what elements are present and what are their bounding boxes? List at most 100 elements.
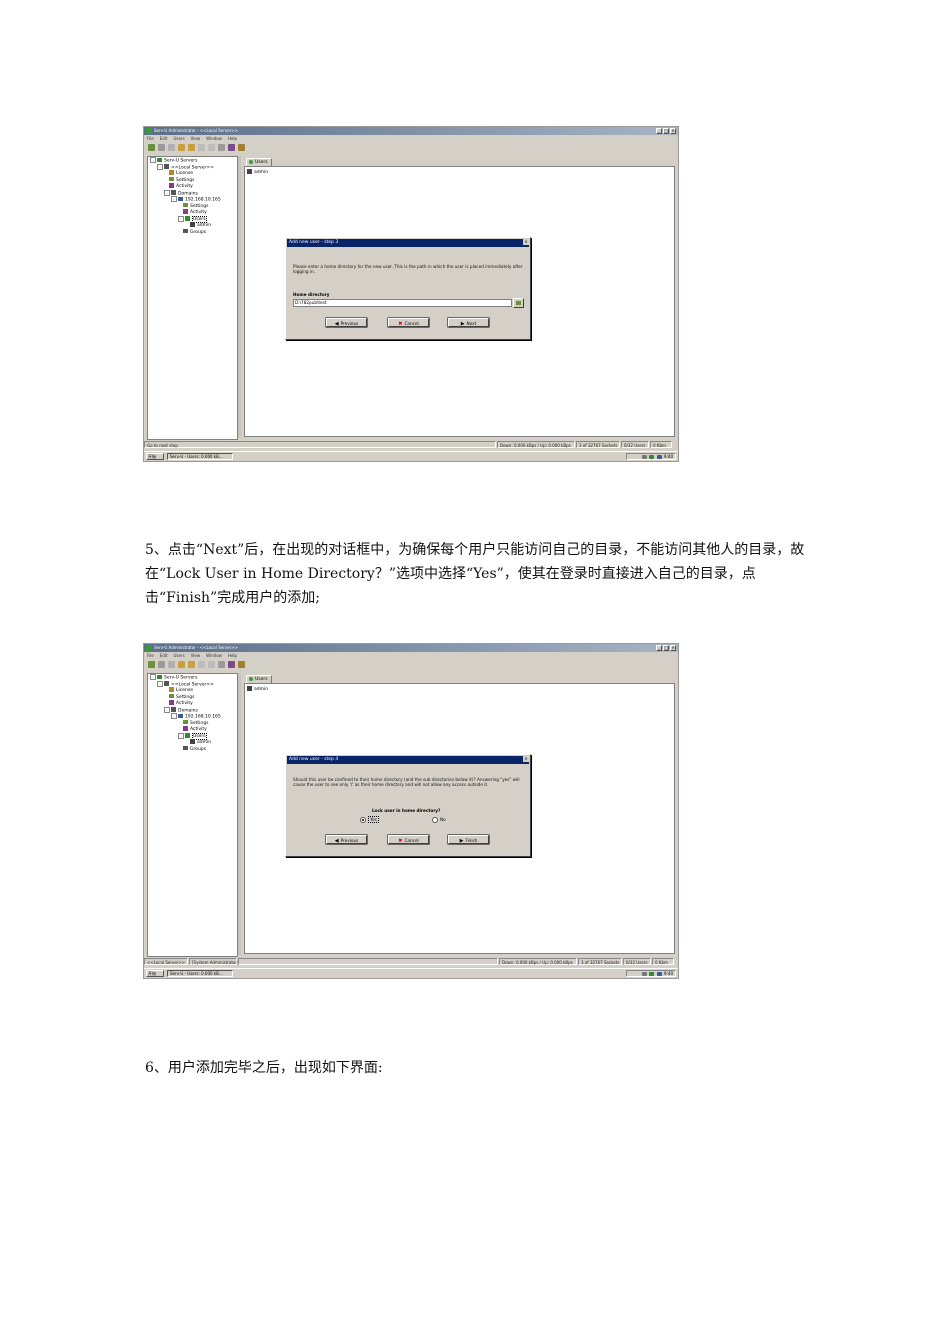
status-users: 0/32 Users <box>623 958 651 965</box>
tree-expand-icon[interactable]: - <box>178 732 184 739</box>
tree-item-label: License <box>176 687 193 693</box>
paste-icon[interactable] <box>208 144 215 151</box>
system-tray: 9:40 <box>626 970 676 977</box>
dialog-title: Add new user - step 4 <box>287 756 529 764</box>
cancel-button[interactable]: ✖ Cancel <box>388 318 429 327</box>
tree-item-label: Activity <box>176 183 193 189</box>
clock: 9:40 <box>664 454 673 459</box>
radio-yes[interactable]: Yes <box>360 816 379 823</box>
menu-file[interactable]: File <box>147 135 154 142</box>
menu-window[interactable]: Window <box>206 135 222 142</box>
delete-icon[interactable] <box>158 144 165 151</box>
tree-expand-icon[interactable]: - <box>178 215 184 222</box>
connect-icon[interactable] <box>228 144 235 151</box>
dialog-instructions: Please enter a home directory for the ne… <box>293 264 523 274</box>
copy-icon[interactable] <box>198 144 205 151</box>
new-server-icon[interactable] <box>148 661 155 668</box>
status-memory: 0 Kbm <box>650 441 672 448</box>
minimize-button[interactable]: _ <box>656 128 662 134</box>
tree-expand-icon[interactable]: - <box>171 196 177 202</box>
folder-icon[interactable] <box>178 661 185 668</box>
rename-icon[interactable] <box>168 144 175 151</box>
tree-expand-icon[interactable]: - <box>157 163 163 170</box>
properties-icon[interactable] <box>218 661 225 668</box>
tree-expand-icon[interactable]: - <box>157 680 163 687</box>
menu-edit[interactable]: Edit <box>160 135 168 142</box>
help-icon[interactable] <box>238 144 245 151</box>
tree-expand-icon[interactable]: - <box>171 713 177 719</box>
browse-folder-button[interactable] <box>513 298 524 308</box>
menu-help[interactable]: Help <box>228 135 237 142</box>
start-button[interactable]: 开始 <box>146 970 164 977</box>
menu-window[interactable]: Window <box>206 652 222 659</box>
tree-expand-icon[interactable]: - <box>164 706 170 713</box>
tree-node-icon <box>157 157 162 163</box>
dialog-close-icon[interactable]: × <box>523 756 529 762</box>
menu-help[interactable]: Help <box>228 652 237 659</box>
menu-users[interactable]: Users <box>173 652 184 659</box>
menu-view[interactable]: View <box>191 652 201 659</box>
tab-users[interactable]: Users <box>246 675 272 683</box>
window-title: Serv-U Administrator - <<Local Server>> <box>154 645 238 650</box>
rename-icon[interactable] <box>168 661 175 668</box>
dialog-instructions: Should this user be confined to their ho… <box>293 777 520 787</box>
menu-view[interactable]: View <box>191 135 201 142</box>
pane-splitter[interactable] <box>238 673 241 955</box>
serv-u-tray-icon[interactable] <box>649 455 655 459</box>
close-button[interactable]: × <box>670 645 676 651</box>
menu-file[interactable]: File <box>147 652 154 659</box>
save-icon[interactable] <box>188 144 195 151</box>
tree-item-label: Activity <box>176 700 193 706</box>
serv-u-tray-icon[interactable] <box>649 972 655 976</box>
copy-icon[interactable] <box>198 661 205 668</box>
folder-icon[interactable] <box>178 144 185 151</box>
network-icon <box>656 455 662 459</box>
menu-edit[interactable]: Edit <box>160 652 168 659</box>
minimize-button[interactable]: _ <box>656 645 662 651</box>
server-tree: - Serv-U Servers - <<Local Server>> License S… <box>147 156 238 440</box>
home-directory-label: Home directory <box>293 292 330 297</box>
finish-button[interactable]: ▶ Finish <box>448 835 489 844</box>
tree-item-label: Groups <box>190 229 207 235</box>
list-item[interactable]: admin <box>247 686 268 693</box>
start-button[interactable]: 开始 <box>146 453 164 460</box>
connect-icon[interactable] <box>228 661 235 668</box>
maximize-button[interactable]: □ <box>663 645 669 651</box>
previous-button[interactable]: ◀ Previous <box>326 318 367 327</box>
serv-u-app-icon <box>146 645 152 651</box>
cancel-button[interactable]: ✖ Cancel <box>388 835 429 844</box>
arrow-left-icon: ◀ <box>334 321 339 327</box>
printer-icon <box>642 455 648 459</box>
menu-users[interactable]: Users <box>173 135 184 142</box>
menu-bar: File Edit Users View Window Help <box>144 652 678 659</box>
tree-expand-icon[interactable]: - <box>150 674 156 680</box>
pane-splitter[interactable] <box>238 156 241 438</box>
save-icon[interactable] <box>188 661 195 668</box>
window-title: Serv-U Administrator - <<Local Server>> <box>154 128 238 133</box>
new-server-icon[interactable] <box>148 144 155 151</box>
paste-icon[interactable] <box>208 661 215 668</box>
radio-no[interactable]: No <box>432 817 446 823</box>
tree-item[interactable]: Groups <box>148 228 237 236</box>
tree-item[interactable]: Groups <box>148 745 237 753</box>
home-directory-input[interactable]: D:\782pub\test <box>293 299 512 307</box>
properties-icon[interactable] <box>218 144 225 151</box>
taskbar-serv-u[interactable]: Serv-U - Users: 0.000 kB... <box>167 453 233 460</box>
maximize-button[interactable]: □ <box>663 128 669 134</box>
close-button[interactable]: × <box>670 128 676 134</box>
previous-button[interactable]: ◀ Previous <box>326 835 367 844</box>
delete-icon[interactable] <box>158 661 165 668</box>
dialog-close-icon[interactable]: × <box>523 239 529 245</box>
tree-node-icon <box>183 209 188 214</box>
serv-u-app-icon <box>146 128 152 134</box>
taskbar-serv-u[interactable]: Serv-U - Users: 0.000 kB... <box>167 970 233 977</box>
help-icon[interactable] <box>238 661 245 668</box>
screenshot-add-user-step4: Serv-U Administrator - <<Local Server>> … <box>143 643 679 979</box>
status-bandwidth: Down: 0.000 kBps / Up: 0.000 kBps <box>497 441 575 448</box>
tab-users[interactable]: Users <box>246 158 272 166</box>
next-button[interactable]: ▶ Next <box>448 318 489 327</box>
tree-expand-icon[interactable]: - <box>164 189 170 196</box>
status-message: Go to next step <box>144 441 496 448</box>
list-item[interactable]: admin <box>247 169 268 176</box>
tree-expand-icon[interactable]: - <box>150 157 156 163</box>
